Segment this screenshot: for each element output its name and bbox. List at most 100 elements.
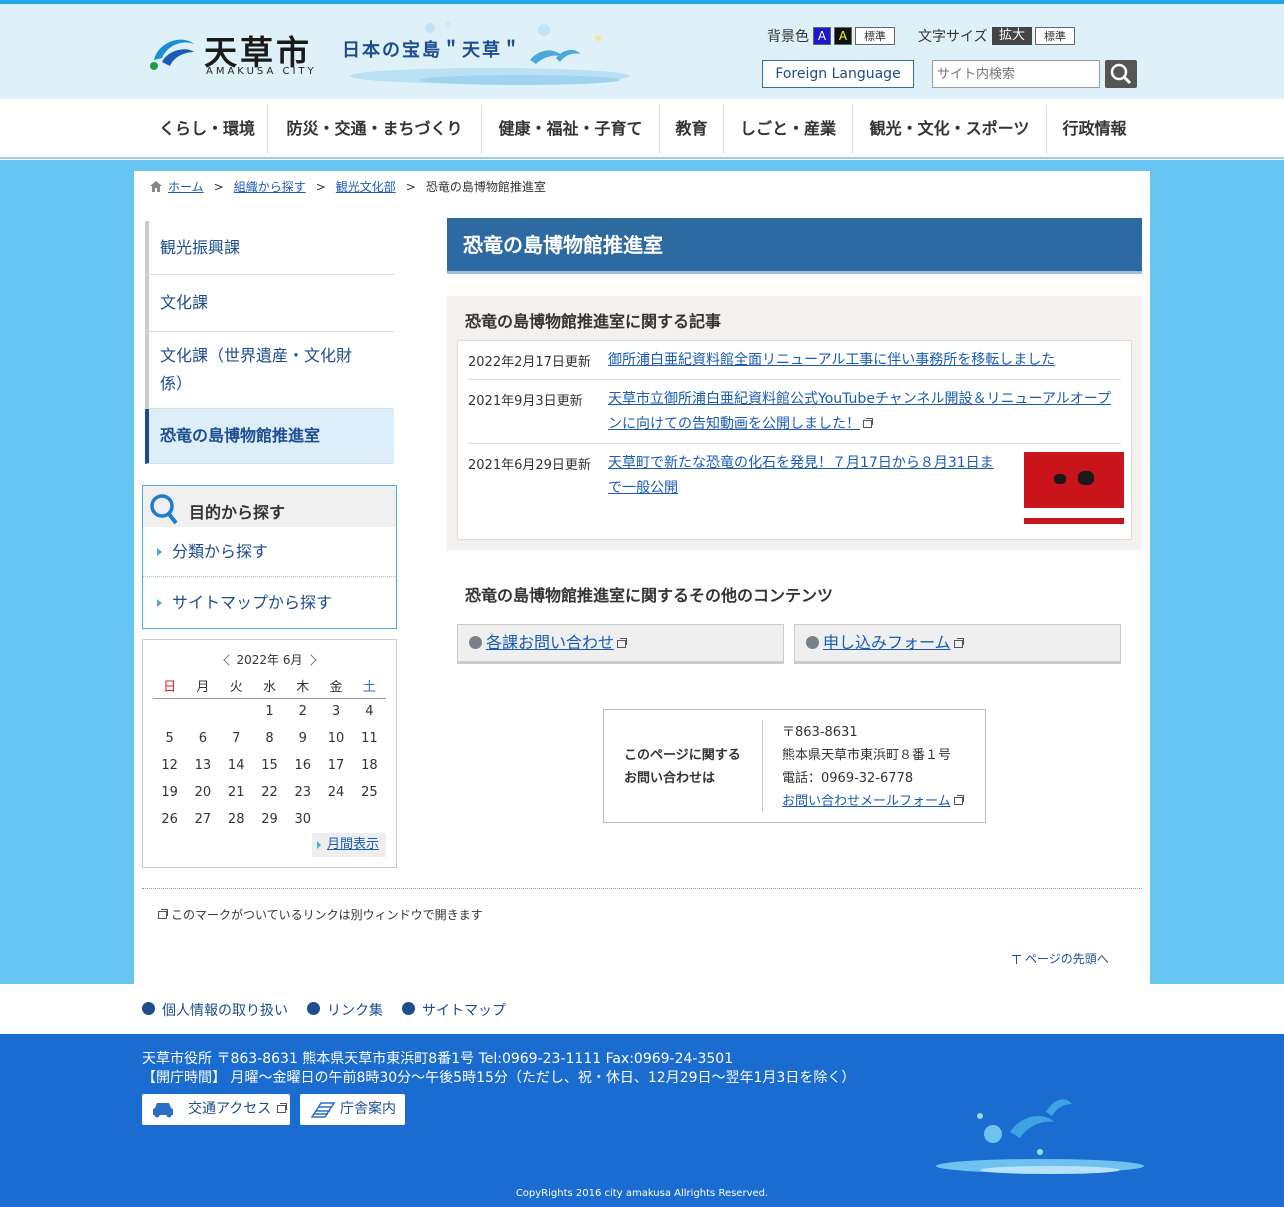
sidebar-item-culture[interactable]: 文化課 xyxy=(145,275,394,332)
calendar-day[interactable]: 10 xyxy=(319,725,352,752)
calendar-day[interactable]: 20 xyxy=(186,779,219,806)
foreign-language-button[interactable]: Foreign Language xyxy=(762,60,914,88)
footer-link-links[interactable]: リンク集 xyxy=(307,1000,383,1020)
divider xyxy=(142,888,1142,889)
list-item: 2021年9月3日更新 天草市立御所浦白亜紀資料館公式YouTubeチャンネル開… xyxy=(468,380,1121,444)
article-link[interactable]: 天草町で新たな恐竜の化石を発見！７月17日から８月31日まで一般公開 xyxy=(608,451,1000,501)
calendar-day[interactable]: 6 xyxy=(186,725,219,752)
calendar-day[interactable]: 5 xyxy=(153,725,186,752)
calendar-day[interactable]: 24 xyxy=(319,779,352,806)
calendar-day[interactable]: 4 xyxy=(353,698,386,725)
gnav-item-disaster[interactable]: 防災・交通・まちづくり xyxy=(267,104,481,154)
calendar-day[interactable]: 30 xyxy=(286,806,319,833)
calendar-day[interactable]: 1 xyxy=(253,698,286,725)
bgcolor-standard-button[interactable]: 標準 xyxy=(855,27,895,45)
breadcrumb-tourism-dept[interactable]: 観光文化部 xyxy=(336,180,396,194)
gnav-item-tourism[interactable]: 観光・文化・スポーツ xyxy=(852,104,1046,154)
building-guide-button[interactable]: 庁舎案内 xyxy=(300,1094,405,1125)
site-logo[interactable]: 天草市 AMAKUSA CITY xyxy=(148,26,328,82)
calendar-day[interactable]: 26 xyxy=(153,806,186,833)
footer-link-sitemap[interactable]: サイトマップ xyxy=(402,1000,506,1020)
calendar-day[interactable]: 13 xyxy=(186,752,219,779)
calendar-day[interactable]: 3 xyxy=(319,698,352,725)
calendar-next-icon[interactable] xyxy=(304,654,317,666)
breadcrumb-current: 恐竜の島博物館推進室 xyxy=(425,180,546,194)
calendar-day[interactable]: 7 xyxy=(220,725,253,752)
calendar-day[interactable]: 9 xyxy=(286,725,319,752)
calendar-day xyxy=(186,698,219,725)
calendar-day[interactable]: 22 xyxy=(253,779,286,806)
fossil-icon xyxy=(1054,474,1066,484)
back-to-top-link[interactable]: ページの先頭へ xyxy=(1012,950,1109,967)
purpose-link-category[interactable]: 分類から探す xyxy=(143,527,396,577)
search-button[interactable] xyxy=(1105,60,1137,88)
calendar-day[interactable]: 14 xyxy=(220,752,253,779)
calendar-day[interactable]: 2 xyxy=(286,698,319,725)
sidebar-item-heritage[interactable]: 文化課（世界遺産・文化財係） xyxy=(145,332,394,409)
article-thumbnail[interactable] xyxy=(1024,452,1124,524)
sidebar-item-dinosaur-museum[interactable]: 恐竜の島博物館推進室 xyxy=(145,409,394,464)
breadcrumb-organization[interactable]: 組織から探す xyxy=(234,180,306,194)
calendar-day[interactable]: 8 xyxy=(253,725,286,752)
calendar-day[interactable]: 29 xyxy=(253,806,286,833)
department-inquiry-link[interactable]: 各課お問い合わせ xyxy=(486,633,614,652)
footer-link-label: 個人情報の取り扱い xyxy=(162,1003,288,1019)
footer-address: 天草市役所 〒863-8631 熊本県天草市東浜町8番1号 Tel:0969-2… xyxy=(142,1050,855,1088)
article-link[interactable]: 天草市立御所浦白亜紀資料館公式YouTubeチャンネル開設＆リニューアルオープン… xyxy=(608,391,1111,432)
gnav-item-education[interactable]: 教育 xyxy=(659,104,723,154)
application-form-link[interactable]: 申し込みフォーム xyxy=(823,633,951,652)
other-contents-title: 恐竜の島博物館推進室に関するその他のコンテンツ xyxy=(465,586,834,605)
calendar-weekday: 土 xyxy=(352,674,386,699)
contact-mail-form-link[interactable]: お問い合わせメールフォーム xyxy=(782,794,951,809)
copyright: CopyRights 2016 city amakusa Allrights R… xyxy=(515,1188,769,1199)
calendar-day[interactable]: 23 xyxy=(286,779,319,806)
gnav-item-work[interactable]: しごと・産業 xyxy=(723,104,852,154)
calendar-day[interactable]: 25 xyxy=(353,779,386,806)
footer-address-line: 天草市役所 〒863-8631 熊本県天草市東浜町8番1号 Tel:0969-2… xyxy=(142,1051,734,1067)
building-icon xyxy=(311,1102,335,1118)
breadcrumb-separator: > xyxy=(405,180,416,194)
calendar-prev-icon[interactable] xyxy=(222,654,235,666)
calendar-day xyxy=(153,698,186,725)
calendar-week: 5 6 7 8 9 10 11 xyxy=(153,725,386,752)
calendar-day[interactable]: 18 xyxy=(353,752,386,779)
gnav-item-administration[interactable]: 行政情報 xyxy=(1046,104,1142,154)
calendar-day[interactable]: 19 xyxy=(153,779,186,806)
article-link[interactable]: 御所浦白亜紀資料館全面リニューアル工事に伴い事務所を移転しました xyxy=(608,348,1055,373)
calendar-day[interactable]: 17 xyxy=(319,752,352,779)
sidebar-item-tourism-promotion[interactable]: 観光振興課 xyxy=(145,221,394,275)
purpose-link-sitemap[interactable]: サイトマップから探す xyxy=(143,578,396,628)
traffic-access-button[interactable]: 交通アクセス xyxy=(142,1094,290,1125)
fontsize-large-button[interactable]: 拡大 xyxy=(992,27,1032,45)
purpose-header: 目的から探す xyxy=(143,486,396,527)
external-window-icon xyxy=(158,909,168,919)
calendar-day[interactable]: 27 xyxy=(186,806,219,833)
calendar-day[interactable]: 16 xyxy=(286,752,319,779)
calendar-month-view-label[interactable]: 月間表示 xyxy=(327,837,379,852)
footer-link-privacy[interactable]: 個人情報の取り扱い xyxy=(142,1000,288,1020)
chevron-right-icon xyxy=(157,548,162,556)
back-to-top-label: ページの先頭へ xyxy=(1025,952,1109,966)
calendar-day[interactable]: 15 xyxy=(253,752,286,779)
calendar-weekday: 金 xyxy=(319,674,353,699)
traffic-access-label: 交通アクセス xyxy=(188,1101,272,1117)
breadcrumb-home[interactable]: ホーム xyxy=(168,180,204,194)
gnav-item-health[interactable]: 健康・福祉・子育て xyxy=(481,104,659,154)
global-nav: くらし・環境 防災・交通・まちづくり 健康・福祉・子育て 教育 しごと・産業 観… xyxy=(0,99,1284,159)
calendar-day[interactable]: 21 xyxy=(220,779,253,806)
gnav-item-living[interactable]: くらし・環境 xyxy=(148,104,266,154)
article-date: 2021年9月3日更新 xyxy=(468,394,583,409)
external-window-icon xyxy=(953,795,964,805)
fontsize-standard-button[interactable]: 標準 xyxy=(1035,27,1075,45)
calendar-month-view-link[interactable]: 月間表示 xyxy=(312,833,386,857)
bgcolor-black-button[interactable]: A xyxy=(834,27,852,45)
calendar-day[interactable]: 12 xyxy=(153,752,186,779)
department-inquiry-button[interactable]: 各課お問い合わせ xyxy=(457,624,784,664)
logo-subtitle: AMAKUSA CITY xyxy=(206,66,317,77)
calendar-day[interactable]: 11 xyxy=(353,725,386,752)
calendar-day xyxy=(220,698,253,725)
application-form-button[interactable]: 申し込みフォーム xyxy=(794,624,1121,664)
site-search-input[interactable] xyxy=(932,60,1100,88)
calendar-day[interactable]: 28 xyxy=(220,806,253,833)
bgcolor-blue-button[interactable]: A xyxy=(813,27,831,45)
